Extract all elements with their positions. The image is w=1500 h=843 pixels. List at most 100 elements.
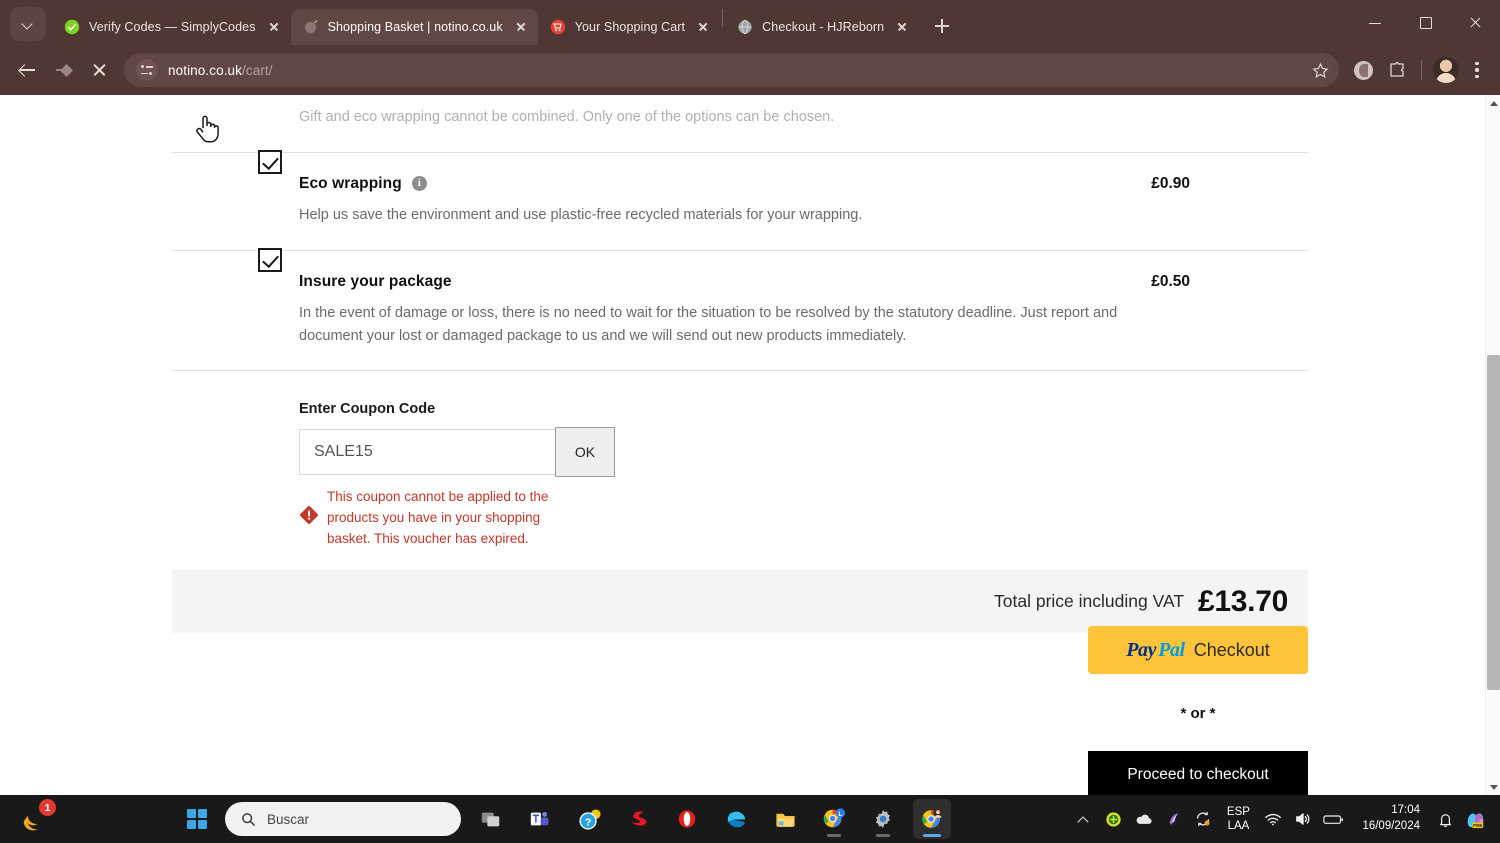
bell-icon[interactable]	[1430, 799, 1460, 839]
battery-icon[interactable]	[1318, 799, 1348, 839]
firefox-notification-icon[interactable]: 1	[18, 799, 56, 836]
coupon-ok-button[interactable]: OK	[555, 427, 615, 478]
chevron-down-icon	[23, 19, 33, 29]
paypal-checkout-text: Checkout	[1193, 639, 1270, 660]
tab-divider	[722, 9, 724, 27]
chrome-active-icon[interactable]	[913, 799, 951, 839]
wifi-icon[interactable]	[1258, 799, 1288, 839]
browser-tab-3[interactable]: Your Shopping Cart	[538, 9, 720, 45]
minimize-button[interactable]	[1350, 0, 1400, 45]
taskbar-search-box[interactable]: Buscar	[225, 802, 461, 836]
onedrive-cloud-icon[interactable]	[1128, 799, 1158, 839]
red-s-app-icon[interactable]	[619, 799, 657, 839]
maximize-button[interactable]	[1400, 0, 1450, 45]
scrollbar-thumb[interactable]	[1487, 355, 1500, 690]
svg-text:L: L	[838, 811, 842, 818]
coupon-error: This coupon cannot be applied to the pro…	[299, 487, 1308, 550]
insure-package-headline: Insure your package	[172, 273, 1308, 291]
window-controls	[1350, 0, 1500, 45]
tab-search-button[interactable]	[10, 7, 46, 41]
clock-date: 16/09/2024	[1362, 820, 1420, 832]
browser-tab-2[interactable]: Shopping Basket | notino.co.uk	[290, 9, 538, 45]
windows-logo-icon	[187, 809, 207, 829]
sync-arrows-icon[interactable]	[1188, 799, 1218, 839]
taskbar-search-placeholder: Buscar	[267, 811, 310, 827]
language-indicator[interactable]: ESP LAA	[1218, 805, 1258, 834]
url-path: /cart/	[242, 62, 273, 78]
settings-gear-icon[interactable]	[864, 799, 902, 839]
chrome-profile-l-icon[interactable]: L	[815, 799, 853, 839]
account-avatar[interactable]	[1430, 54, 1462, 86]
scroll-down-arrow-icon[interactable]	[1486, 779, 1500, 795]
system-tray: ESP LAA 17:04 16/09/2024 PRE	[1068, 795, 1500, 843]
chrome-menu-kebab[interactable]	[1464, 57, 1490, 83]
green-shield-icon[interactable]	[1098, 799, 1128, 839]
notification-badge: 1	[39, 799, 56, 816]
bookmark-star-icon[interactable]	[1305, 55, 1335, 85]
arrow-right-icon	[55, 62, 72, 79]
speaker-icon[interactable]	[1288, 799, 1318, 839]
tab-strip: Verify Codes — SimplyCodes Shopping Bask…	[0, 0, 1500, 45]
extensions-puzzle-icon[interactable]	[1381, 54, 1413, 86]
running-indicator	[876, 834, 890, 837]
insure-package-description: In the event of damage or loss, there is…	[299, 304, 1118, 344]
close-icon[interactable]	[512, 18, 530, 36]
opera-icon[interactable]	[668, 799, 706, 839]
coupon-error-text: This coupon cannot be applied to the pro…	[327, 489, 549, 547]
maximize-icon	[1418, 16, 1432, 30]
purple-feather-icon[interactable]	[1158, 799, 1188, 839]
forward-button[interactable]	[46, 53, 80, 87]
scroll-up-arrow-icon[interactable]	[1486, 95, 1500, 111]
page-scrollbar[interactable]	[1485, 95, 1500, 795]
help-question-icon[interactable]: ?	[570, 799, 608, 839]
coupon-input[interactable]	[299, 429, 557, 476]
browser-tab-2-title: Shopping Basket | notino.co.uk	[327, 20, 503, 34]
file-explorer-icon[interactable]	[766, 799, 804, 839]
checkout-actions: Pay Pal Checkout * or * Proceed to checko…	[1088, 626, 1308, 795]
eco-wrapping-price: £0.90	[1151, 174, 1190, 192]
insure-package-label: Insure your package	[299, 272, 452, 290]
eco-wrapping-checkbox[interactable]	[258, 149, 282, 174]
copilot-pre-icon[interactable]: PRE	[1460, 799, 1490, 839]
address-bar[interactable]: notino.co.uk/cart/	[124, 53, 1339, 87]
microsoft-teams-icon[interactable]	[521, 799, 559, 839]
clock[interactable]: 17:04 16/09/2024	[1348, 803, 1430, 834]
browser-tab-4[interactable]: Checkout - HJReborn	[725, 9, 919, 45]
window-close-button[interactable]	[1450, 0, 1500, 45]
paypal-checkout-button[interactable]: Pay Pal Checkout	[1088, 626, 1308, 674]
new-tab-button[interactable]	[927, 11, 957, 41]
globe-icon	[737, 19, 753, 35]
back-button[interactable]	[10, 53, 44, 87]
microsoft-edge-icon[interactable]	[717, 799, 755, 839]
cart-page: Gift and eco wrapping cannot be combined…	[0, 95, 1485, 795]
url-domain: notino.co.uk	[168, 62, 242, 78]
site-settings-icon[interactable]	[136, 59, 158, 81]
coupon-row: OK	[196, 115, 1308, 478]
total-price-value: £13.70	[1198, 584, 1288, 618]
clock-time: 17:04	[1391, 804, 1420, 817]
total-price-label: Total price including VAT	[994, 591, 1185, 612]
or-separator-text: * or *	[1180, 705, 1216, 722]
coupon-section: Enter Coupon Code OK	[172, 115, 1308, 550]
coupon-label: Enter Coupon Code	[299, 401, 436, 418]
browser-tab-1[interactable]: Verify Codes — SimplyCodes	[52, 9, 291, 45]
wrapping-note: Gift and eco wrapping cannot be combined…	[299, 109, 835, 125]
start-button[interactable]	[180, 802, 214, 836]
close-icon[interactable]	[265, 18, 283, 36]
windows-taskbar: 1 Buscar ? L ESP LAA 17:04 16/09/2024 PR…	[0, 795, 1500, 843]
stop-loading-button[interactable]	[82, 53, 116, 87]
profile-circle-icon[interactable]	[1347, 54, 1379, 86]
show-hidden-icons-chevron[interactable]	[1068, 799, 1098, 839]
language-line-1: ESP	[1226, 805, 1250, 818]
proceed-to-checkout-button[interactable]: Proceed to checkout	[1088, 751, 1308, 795]
toolbar-divider	[1421, 60, 1422, 80]
svg-text:?: ?	[584, 816, 590, 828]
info-icon[interactable]: i	[411, 176, 427, 192]
paypal-pay-text: Pay	[1126, 638, 1157, 661]
close-icon[interactable]	[893, 18, 911, 36]
task-view-icon[interactable]	[472, 799, 510, 839]
insure-package-checkbox[interactable]	[258, 247, 282, 272]
close-icon[interactable]	[694, 18, 712, 36]
running-indicator	[923, 834, 941, 837]
minimize-icon	[1368, 16, 1382, 30]
